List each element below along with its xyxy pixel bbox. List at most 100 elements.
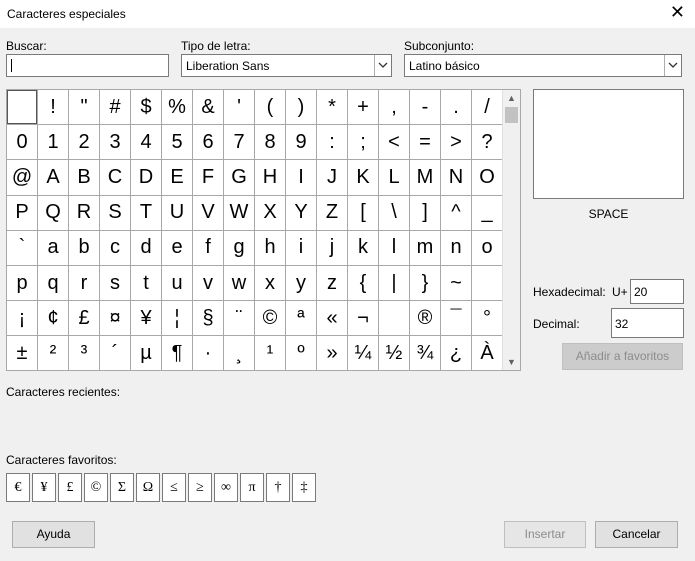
hex-input[interactable]: 20 [630, 279, 684, 304]
char-cell[interactable]: ¯ [441, 301, 472, 337]
char-cell[interactable]: 4 [131, 125, 162, 161]
char-cell[interactable]: + [348, 90, 379, 126]
scrollbar-thumb[interactable] [505, 107, 518, 123]
favorite-char-button[interactable]: Ω [136, 473, 160, 502]
favorite-char-button[interactable]: € [6, 473, 30, 502]
char-cell[interactable]: l [379, 230, 410, 266]
help-button[interactable]: Ayuda [12, 521, 95, 548]
char-cell[interactable]: R [69, 195, 100, 231]
char-cell[interactable]: r [69, 265, 100, 302]
char-cell[interactable]: N [441, 160, 472, 196]
char-cell[interactable]: . [441, 90, 472, 126]
char-cell[interactable]: Q [38, 195, 69, 231]
char-cell[interactable]: © [255, 301, 286, 337]
char-cell[interactable]: m [410, 230, 441, 266]
scroll-down-icon[interactable]: ▼ [507, 357, 516, 367]
grid-scrollbar[interactable]: ▲ ▼ [502, 90, 520, 370]
char-cell[interactable]: ¿ [441, 336, 472, 370]
char-cell[interactable]: £ [69, 301, 100, 337]
char-cell[interactable]: ´ [100, 336, 131, 370]
cancel-button[interactable]: Cancelar [595, 521, 678, 548]
char-cell[interactable]: e [162, 230, 193, 266]
char-cell[interactable]: X [255, 195, 286, 231]
char-cell[interactable]: T [131, 195, 162, 231]
char-cell[interactable] [7, 90, 38, 126]
char-cell[interactable]: 2 [69, 125, 100, 161]
char-cell[interactable]: § [193, 301, 224, 337]
favorite-char-button[interactable]: Σ [110, 473, 134, 502]
char-cell[interactable]: ° [472, 301, 503, 337]
close-icon[interactable]: ✕ [670, 3, 685, 23]
char-cell[interactable]: G [224, 160, 255, 196]
char-cell[interactable]: - [410, 90, 441, 126]
char-cell[interactable]: g [224, 230, 255, 266]
char-cell[interactable]: & [193, 90, 224, 126]
char-cell[interactable]: t [131, 265, 162, 302]
char-cell[interactable]: C [100, 160, 131, 196]
char-cell[interactable]: O [472, 160, 503, 196]
scroll-up-icon[interactable]: ▲ [507, 93, 516, 103]
char-cell[interactable]: } [410, 265, 441, 302]
char-cell[interactable]: { [348, 265, 379, 302]
chevron-down-icon[interactable] [374, 55, 391, 76]
char-cell[interactable]: i [286, 230, 317, 266]
char-cell[interactable]: c [100, 230, 131, 266]
char-cell[interactable]: ª [286, 301, 317, 337]
char-cell[interactable]: ± [7, 336, 38, 370]
char-cell[interactable]: L [379, 160, 410, 196]
insert-button[interactable]: Insertar [504, 521, 586, 548]
search-input[interactable] [6, 54, 169, 77]
char-cell[interactable]: ¹ [255, 336, 286, 370]
char-cell[interactable]: b [69, 230, 100, 266]
char-cell[interactable]: q [38, 265, 69, 302]
char-cell[interactable]: ` [7, 230, 38, 266]
char-cell[interactable]: A [38, 160, 69, 196]
char-cell[interactable]: 8 [255, 125, 286, 161]
char-cell[interactable]: V [193, 195, 224, 231]
char-cell[interactable]: [ [348, 195, 379, 231]
char-cell[interactable]: 1 [38, 125, 69, 161]
char-cell[interactable]: µ [131, 336, 162, 370]
char-cell[interactable]: $ [131, 90, 162, 126]
char-cell[interactable]: ^ [441, 195, 472, 231]
char-cell[interactable]: % [162, 90, 193, 126]
add-to-favorites-button[interactable]: Añadir a favoritos [562, 343, 683, 370]
char-cell[interactable]: s [100, 265, 131, 302]
char-cell[interactable]: K [348, 160, 379, 196]
char-cell[interactable]: z [317, 265, 348, 302]
char-cell[interactable]: Z [317, 195, 348, 231]
char-cell[interactable]: ! [38, 90, 69, 126]
char-cell[interactable]: 3 [100, 125, 131, 161]
char-cell[interactable] [379, 301, 410, 337]
char-cell[interactable]: n [441, 230, 472, 266]
char-cell[interactable]: \ [379, 195, 410, 231]
char-cell[interactable]: @ [7, 160, 38, 196]
char-cell[interactable]: _ [472, 195, 503, 231]
char-cell[interactable]: ¸ [224, 336, 255, 370]
char-cell[interactable]: v [193, 265, 224, 302]
char-cell[interactable]: ¤ [100, 301, 131, 337]
char-cell[interactable]: 9 [286, 125, 317, 161]
char-cell[interactable]: ? [472, 125, 503, 161]
char-cell[interactable]: * [317, 90, 348, 126]
char-cell[interactable]: H [255, 160, 286, 196]
char-cell[interactable]: ½ [379, 336, 410, 370]
favorite-char-button[interactable]: ¥ [32, 473, 56, 502]
char-cell[interactable]: d [131, 230, 162, 266]
char-cell[interactable]: · [193, 336, 224, 370]
char-cell[interactable]: h [255, 230, 286, 266]
char-cell[interactable]: k [348, 230, 379, 266]
char-cell[interactable]: « [317, 301, 348, 337]
character-grid[interactable]: ! " # $% & '() * +, -./ 0 1 2 3 4 5 6 7 8 9:; < = >? @ A B C D E F G H… [6, 89, 521, 371]
char-cell[interactable]: ; [348, 125, 379, 161]
char-cell[interactable]: B [69, 160, 100, 196]
char-cell[interactable]: ( [255, 90, 286, 126]
char-cell[interactable]: ¬ [348, 301, 379, 337]
char-cell[interactable] [472, 265, 503, 302]
subset-dropdown[interactable]: Latino básico [404, 54, 682, 77]
char-cell[interactable]: j [317, 230, 348, 266]
char-cell[interactable]: D [131, 160, 162, 196]
char-cell[interactable]: 7 [224, 125, 255, 161]
char-cell[interactable]: ] [410, 195, 441, 231]
char-cell[interactable]: x [255, 265, 286, 302]
